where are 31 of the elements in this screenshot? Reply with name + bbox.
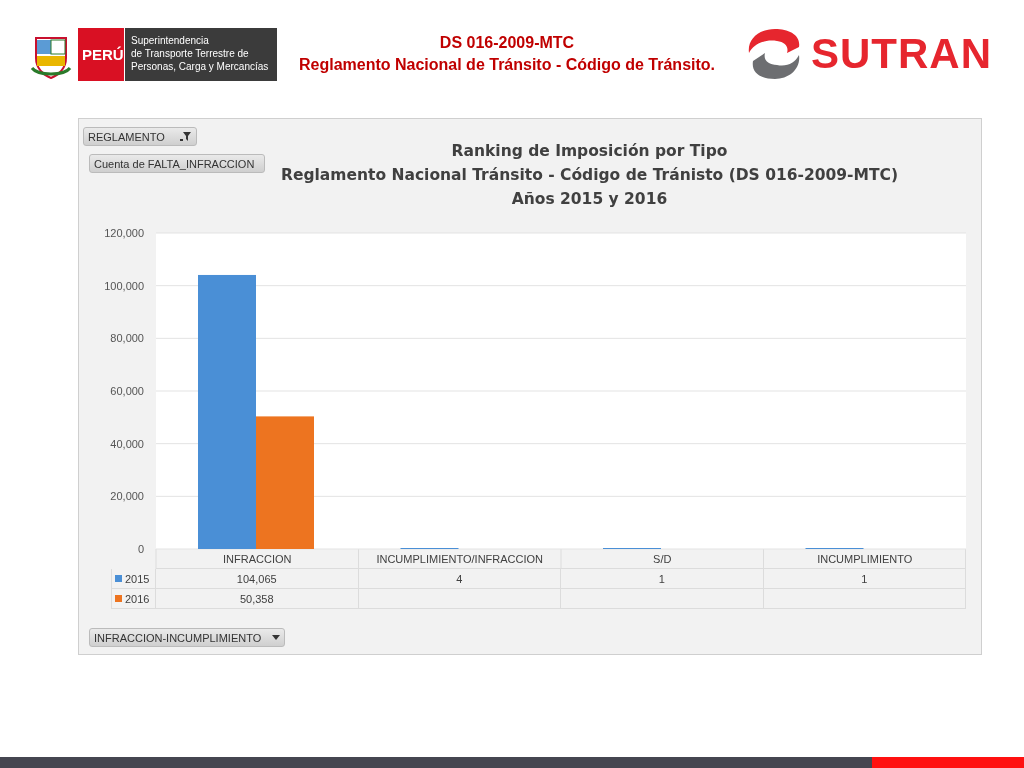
table-cell: 4 [358,569,561,589]
slide-title: Reglamento Nacional de Tránsito - Código de Tránsito. [298,55,716,75]
axis-tick-label: 100,000 [104,279,144,292]
table-cell: 1 [561,569,764,589]
axis-tick-label: 20,000 [110,490,144,503]
axis-tick-label: 0 [137,543,144,555]
chart-title: Reglamento Nacional Tránsito - Código de Tránisto (DS 016-2009-MTC) [281,165,898,186]
category-label: S/D [653,553,672,565]
slide-title: DS 016-2009-MTC [439,33,575,53]
filter-button[interactable]: REGLAMENTO [83,127,197,146]
peru-label: PERÚ [78,27,124,81]
value-field-button[interactable]: Cuenta de FALTA_INFRACCION [89,154,265,173]
table-cell: 50,358 [156,589,359,609]
axis-tick-label: 60,000 [110,385,144,397]
table-cell: 104,065 [156,569,359,589]
legend-entry: 2015 [111,569,156,589]
axis-tick-label: 120,000 [104,228,144,239]
axis-tick-label: 40,000 [110,437,144,450]
logo-text: SUTRAN [811,30,992,78]
axis-field-dropdown[interactable]: INFRACCION-INCUMPLIMIENTO [89,628,285,647]
chart-title: Años 2015 y 2016 [511,189,668,210]
chart-title: Ranking de Imposición por Tipo [451,141,728,162]
filter-icon [180,131,192,142]
table-cell: 1 [763,569,966,589]
caret-icon [272,635,280,640]
category-label: INCUMPLIMIENTO/INFRACCION [376,553,544,565]
agency-name: Superintendencia de Transporte Terrestre de Personas, Carga y Mercancías [124,27,277,81]
category-label: INCUMPLIMIENTO [817,553,913,565]
axis-tick-label: 80,000 [110,332,144,345]
legend-entry: 2016 [111,589,156,609]
category-label: INFRACCION [223,553,292,565]
